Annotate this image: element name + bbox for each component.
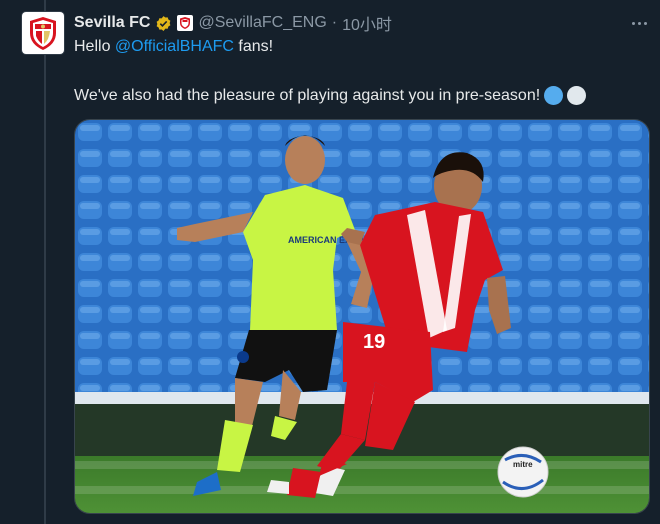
svg-text:19: 19 <box>363 331 385 353</box>
soccer-ball: mitre <box>497 446 549 498</box>
text-prefix: Hello <box>74 38 115 55</box>
tweet-media-image[interactable]: AMERICAN EXPRESS 19 mitre <box>74 119 650 514</box>
handle[interactable]: @SevillaFC_ENG <box>198 14 326 32</box>
tweet-text: We've also had the pleasure of playing a… <box>74 86 541 104</box>
svg-text:mitre: mitre <box>513 460 533 469</box>
tweet-text-line-1: Hello @OfficialBHAFC fans! <box>74 38 273 56</box>
avatar[interactable] <box>22 12 64 54</box>
display-name[interactable]: Sevilla FC <box>74 14 150 32</box>
tweet-header: Sevilla FC @SevillaFC_ENG · 10小时 <box>74 12 392 34</box>
mention-link[interactable]: @OfficialBHAFC <box>115 38 234 55</box>
thread-line <box>44 0 46 524</box>
tweet-text-line-2: We've also had the pleasure of playing a… <box>74 86 587 105</box>
timestamp[interactable]: 10小时 <box>342 11 392 35</box>
sevilla-crest-icon[interactable] <box>177 15 194 31</box>
football-photo: AMERICAN EXPRESS 19 mitre <box>75 120 649 513</box>
text-suffix: fans! <box>233 38 274 55</box>
blue-circle-icon <box>544 86 564 105</box>
more-icon[interactable] <box>628 12 650 34</box>
white-circle-icon <box>567 86 587 105</box>
gold-verified-icon <box>155 15 172 32</box>
separator-dot: · <box>331 14 338 31</box>
sevilla-crest-icon <box>30 17 56 50</box>
